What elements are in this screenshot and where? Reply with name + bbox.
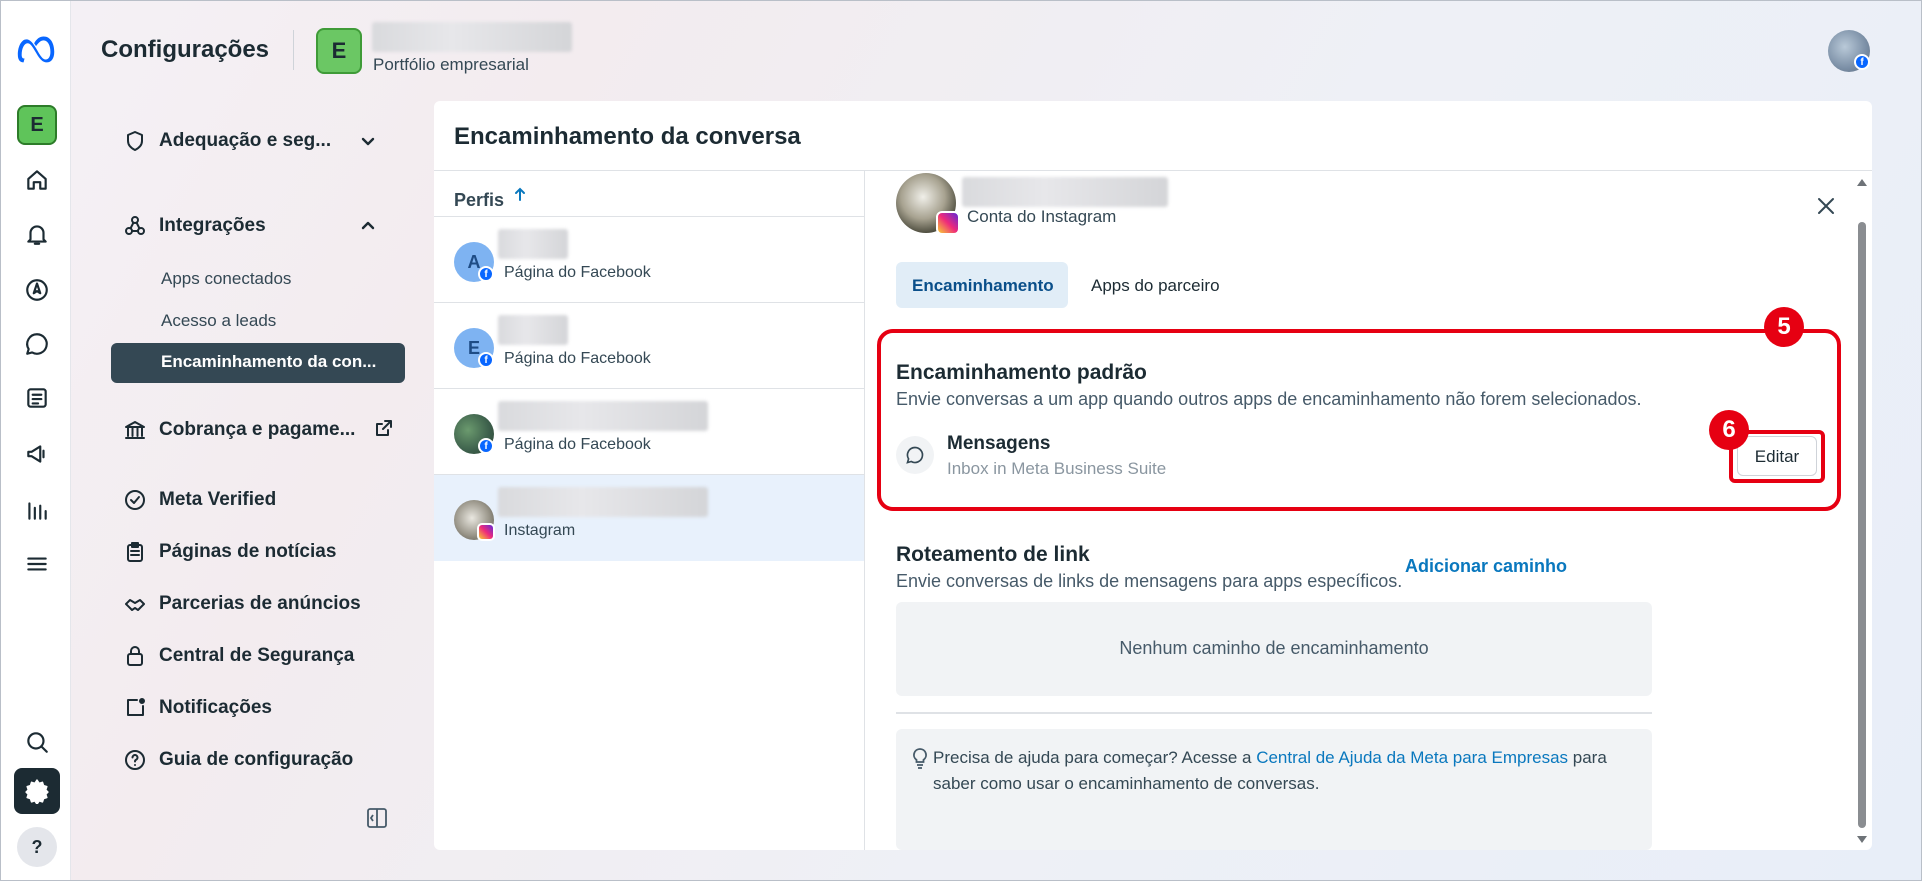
- nav-adequacao-seguranca[interactable]: Adequação e seg...: [123, 129, 331, 153]
- bell-icon[interactable]: [14, 211, 60, 257]
- account-type-label: Conta do Instagram: [967, 207, 1117, 226]
- help-text-start: Precisa de ajuda para começar? Acesse a: [933, 748, 1257, 767]
- section-divider: [896, 712, 1652, 714]
- nav-cobranca-label: Cobrança e pagame...: [159, 419, 356, 440]
- lock-icon: [127, 646, 143, 666]
- settings-gear-icon[interactable]: [14, 768, 60, 814]
- nav-cobranca-pagamentos[interactable]: Cobrança e pagame...: [123, 418, 355, 442]
- help-button[interactable]: ?: [17, 827, 57, 867]
- clipboard-icon: [127, 542, 143, 562]
- profile-name-redacted: [498, 487, 708, 517]
- profile-row-selected[interactable]: Instagram: [434, 475, 864, 561]
- link-routing-title: Roteamento de link: [896, 543, 1090, 566]
- account-name-redacted: [962, 177, 1168, 207]
- nav-sub-apps-conectados[interactable]: Apps conectados: [161, 269, 291, 289]
- nav-central-seguranca[interactable]: Central de Segurança: [123, 644, 354, 668]
- profile-name-redacted: [498, 401, 708, 431]
- bank-icon: [125, 421, 145, 439]
- tab-apps-parceiro[interactable]: Apps do parceiro: [1075, 262, 1236, 308]
- instagram-badge-icon: [936, 211, 960, 235]
- chat-icon[interactable]: [14, 321, 60, 367]
- verified-badge-icon: [125, 490, 145, 510]
- nav-guia-configuracao[interactable]: Guia de configuração: [123, 748, 353, 772]
- help-center-link[interactable]: Central de Ajuda da Meta para Empresas: [1256, 748, 1568, 767]
- left-rail: E ?: [1, 1, 71, 880]
- business-name-redacted: [372, 22, 572, 52]
- close-icon[interactable]: [1815, 195, 1837, 217]
- profile-list: Perfis A f Página do Facebook E f Página…: [434, 171, 865, 850]
- profile-list-header[interactable]: Perfis: [434, 171, 864, 217]
- nav-notificacoes[interactable]: Notificações: [123, 696, 272, 720]
- business-portfolio-avatar[interactable]: E: [316, 28, 362, 74]
- nav-meta-verified-label: Meta Verified: [159, 489, 277, 510]
- business-portfolio-label: Portfólio empresarial: [373, 55, 529, 74]
- header-divider: [293, 30, 294, 70]
- card-title: Encaminhamento da conversa: [454, 123, 801, 150]
- help-text: Precisa de ajuda para começar? Acesse a …: [933, 745, 1645, 797]
- nav-integracoes[interactable]: Integrações: [123, 214, 266, 238]
- add-path-link[interactable]: Adicionar caminho: [1405, 556, 1567, 577]
- facebook-badge-icon: f: [478, 438, 494, 454]
- scroll-up-icon[interactable]: [1856, 178, 1868, 188]
- question-circle-icon: [125, 750, 145, 770]
- content-icon[interactable]: [14, 375, 60, 421]
- instagram-badge-icon: [477, 523, 495, 541]
- profile-name-redacted: [498, 229, 568, 259]
- annotation-step-5: 5: [1764, 307, 1804, 347]
- annotation-box-5: [877, 329, 1841, 511]
- nav-paginas-noticias-label: Páginas de notícias: [159, 541, 337, 562]
- sort-ascending-arrow-icon[interactable]: [512, 186, 528, 202]
- integrations-icon: [125, 216, 145, 235]
- tab-encaminhamento[interactable]: Encaminhamento: [896, 262, 1068, 308]
- notification-square-icon: [127, 698, 145, 716]
- nav-integracoes-label: Integrações: [159, 215, 266, 236]
- scroll-down-icon[interactable]: [1856, 834, 1868, 844]
- home-icon[interactable]: [14, 157, 60, 203]
- profile-row[interactable]: E f Página do Facebook: [434, 303, 864, 389]
- profile-type: Página do Facebook: [504, 350, 651, 367]
- profile-list-header-label: Perfis: [454, 189, 505, 210]
- business-avatar[interactable]: E: [17, 105, 57, 145]
- facebook-badge-icon: f: [1854, 54, 1870, 70]
- help-box: Precisa de ajuda para começar? Acesse a …: [896, 729, 1652, 850]
- nav-meta-verified[interactable]: Meta Verified: [123, 488, 276, 512]
- shield-icon: [127, 131, 143, 151]
- external-link-icon[interactable]: [374, 418, 394, 438]
- profile-name-redacted: [498, 315, 568, 345]
- nav-paginas-noticias[interactable]: Páginas de notícias: [123, 540, 336, 564]
- lightbulb-icon: [913, 748, 927, 769]
- profile-type: Página do Facebook: [504, 436, 651, 453]
- nav-sub-acesso-leads[interactable]: Acesso a leads: [161, 311, 276, 331]
- handshake-icon: [125, 599, 145, 611]
- menu-icon[interactable]: [14, 541, 60, 587]
- nav-guia-label: Guia de configuração: [159, 749, 354, 770]
- chevron-down-icon[interactable]: [358, 131, 378, 151]
- profile-row[interactable]: f Página do Facebook: [434, 389, 864, 475]
- page-title: Configurações: [101, 36, 270, 63]
- insights-icon[interactable]: [14, 487, 60, 533]
- search-icon[interactable]: [14, 719, 60, 765]
- profile-type: Página do Facebook: [504, 264, 651, 281]
- meta-logo-icon[interactable]: [14, 25, 60, 71]
- chevron-up-icon[interactable]: [358, 216, 378, 236]
- compass-icon[interactable]: [14, 267, 60, 313]
- nav-parcerias-anuncios[interactable]: Parcerias de anúncios: [123, 592, 361, 616]
- megaphone-icon[interactable]: [14, 431, 60, 477]
- nav-parcerias-label: Parcerias de anúncios: [159, 593, 361, 614]
- link-routing-description: Envie conversas de links de mensagens pa…: [896, 571, 1403, 591]
- facebook-badge-icon: f: [478, 352, 494, 368]
- profile-row[interactable]: A f Página do Facebook: [434, 217, 864, 303]
- facebook-badge-icon: f: [478, 266, 494, 282]
- nav-sub-encaminhamento-active[interactable]: Encaminhamento da con...: [111, 343, 405, 383]
- empty-routes-text: Nenhum caminho de encaminhamento: [1119, 638, 1429, 658]
- detail-scrollbar[interactable]: [1858, 222, 1866, 828]
- collapse-sidebar-icon[interactable]: [365, 806, 389, 830]
- nav-central-seguranca-label: Central de Segurança: [159, 645, 355, 666]
- profile-type: Instagram: [504, 522, 576, 539]
- nav-notificacoes-label: Notificações: [159, 697, 272, 718]
- nav-adequacao-label: Adequação e seg...: [159, 130, 332, 151]
- annotation-step-6: 6: [1709, 410, 1749, 450]
- empty-routes-box: Nenhum caminho de encaminhamento: [896, 602, 1652, 696]
